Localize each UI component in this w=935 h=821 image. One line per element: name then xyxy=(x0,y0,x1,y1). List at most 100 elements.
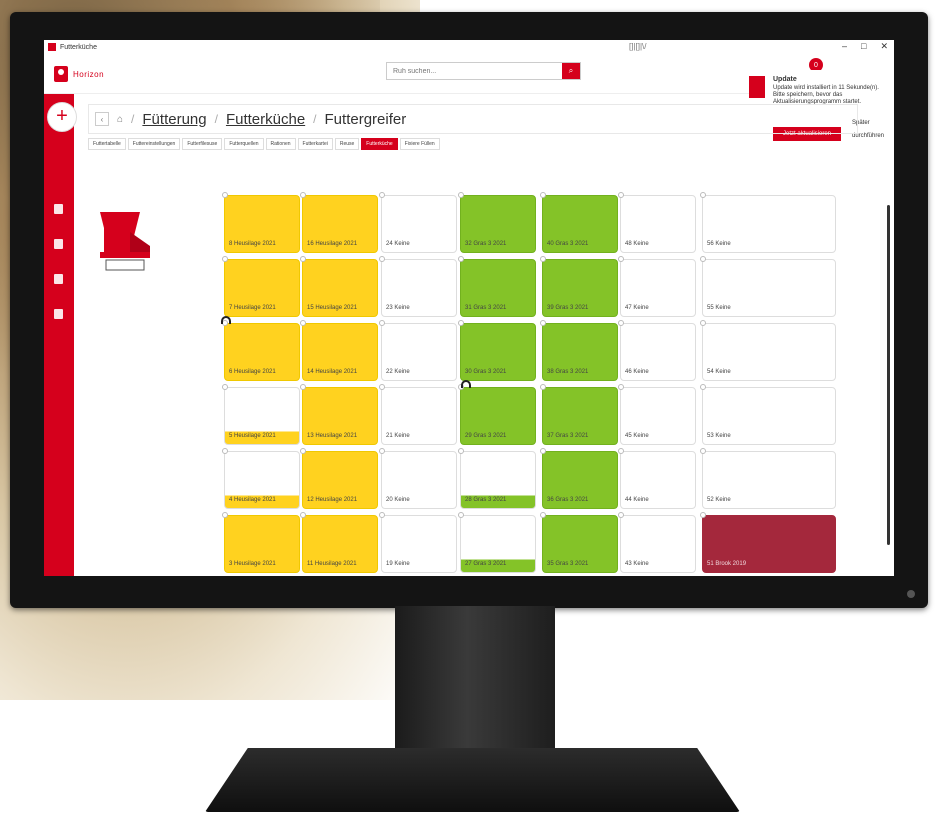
breadcrumb-current: Futtergreifer xyxy=(324,110,407,128)
brand-logo[interactable]: Horizon xyxy=(54,66,104,82)
bunker-cell[interactable]: 3 Heusilage 2021 xyxy=(224,515,300,573)
bunker-label: 20 Keine xyxy=(386,497,410,503)
bunker-cell[interactable]: 40 Gras 3 2021 xyxy=(542,195,618,253)
grid-node xyxy=(540,448,546,454)
bunker-label: 30 Gras 3 2021 xyxy=(465,369,507,375)
bunker-cell[interactable]: 16 Heusilage 2021 xyxy=(302,195,378,253)
bunker-label: 6 Heusilage 2021 xyxy=(229,369,276,375)
app-screen: Futterküche []|[]|\/ – □ ✕ Horizon ⌕ 0 ●… xyxy=(44,40,894,576)
grid-node xyxy=(458,256,464,262)
tab-item[interactable]: Futterquellen xyxy=(224,138,264,150)
bunker-cell[interactable]: 19 Keine xyxy=(381,515,457,573)
grid-node xyxy=(540,384,546,390)
grid-node xyxy=(222,448,228,454)
bunker-cell[interactable]: 32 Gras 3 2021 xyxy=(460,195,536,253)
bunker-label: 52 Keine xyxy=(707,497,731,503)
tab-item[interactable]: Futterfilesuse xyxy=(182,138,223,150)
bunker-label: 16 Heusilage 2021 xyxy=(307,241,358,247)
bunker-cell[interactable]: 47 Keine xyxy=(620,259,696,317)
tab-item[interactable]: Fixiere Füllen xyxy=(399,138,440,150)
bunker-cell[interactable]: 37 Gras 3 2021 xyxy=(542,387,618,445)
sidebar-item-file[interactable] xyxy=(54,274,63,284)
add-button[interactable]: + xyxy=(47,102,77,132)
tab-item[interactable]: Rationen xyxy=(265,138,296,150)
bunker-cell[interactable]: 36 Gras 3 2021 xyxy=(542,451,618,509)
bunker-label: 24 Keine xyxy=(386,241,410,247)
tab-item[interactable]: Futterküche xyxy=(361,138,398,150)
search-button[interactable]: ⌕ xyxy=(562,63,580,79)
bunker-label: 21 Keine xyxy=(386,433,410,439)
bunker-cell[interactable]: 31 Gras 3 2021 xyxy=(460,259,536,317)
bunker-cell[interactable]: 22 Keine xyxy=(381,323,457,381)
breadcrumb-separator: / xyxy=(313,112,317,126)
home-icon[interactable]: ⌂ xyxy=(117,114,123,125)
search-bar: ⌕ xyxy=(386,62,581,80)
bunker-cell[interactable]: 21 Keine xyxy=(381,387,457,445)
vertical-scrollbar[interactable] xyxy=(887,205,890,545)
grid-node xyxy=(700,192,706,198)
tab-item[interactable]: Futtereinstellungen xyxy=(127,138,181,150)
bunker-cell[interactable]: 48 Keine xyxy=(620,195,696,253)
breadcrumb-futterkueche[interactable]: Futterküche xyxy=(226,111,305,128)
bunker-cell[interactable]: 30 Gras 3 2021 xyxy=(460,323,536,381)
bunker-cell[interactable]: 5 Heusilage 2021 xyxy=(224,387,300,445)
maximize-icon[interactable]: □ xyxy=(861,41,866,52)
bunker-cell[interactable]: 27 Gras 3 2021 xyxy=(460,515,536,573)
bunker-cell[interactable]: 14 Heusilage 2021 xyxy=(302,323,378,381)
sidebar-item-document[interactable] xyxy=(54,204,63,214)
bunker-cell[interactable]: 11 Heusilage 2021 xyxy=(302,515,378,573)
bunker-label: 8 Heusilage 2021 xyxy=(229,241,276,247)
brand-name: Horizon xyxy=(73,69,105,79)
bunker-label: 45 Keine xyxy=(625,433,649,439)
grid-node xyxy=(300,192,306,198)
bunker-cell[interactable]: 39 Gras 3 2021 xyxy=(542,259,618,317)
bunker-cell[interactable]: 53 Keine xyxy=(702,387,836,445)
bunker-label: 55 Keine xyxy=(707,305,731,311)
bunker-label: 13 Heusilage 2021 xyxy=(307,433,358,439)
bunker-cell[interactable]: 54 Keine xyxy=(702,323,836,381)
bunker-cell[interactable]: 29 Gras 3 2021 xyxy=(460,387,536,445)
tab-item[interactable]: Reuse xyxy=(334,138,360,150)
bunker-cell[interactable]: 46 Keine xyxy=(620,323,696,381)
close-icon[interactable]: ✕ xyxy=(880,41,888,52)
bunker-cell[interactable]: 12 Heusilage 2021 xyxy=(302,451,378,509)
bunker-cell[interactable]: 24 Keine xyxy=(381,195,457,253)
notification-avatar-icon xyxy=(749,76,765,98)
bunker-cell[interactable]: 35 Gras 3 2021 xyxy=(542,515,618,573)
bunker-label: 4 Heusilage 2021 xyxy=(229,497,276,503)
bunker-label: 48 Keine xyxy=(625,241,649,247)
bunker-label: 47 Keine xyxy=(625,305,649,311)
bunker-cell[interactable]: 4 Heusilage 2021 xyxy=(224,451,300,509)
bunker-cell[interactable]: 23 Keine xyxy=(381,259,457,317)
breadcrumb-fuetterung[interactable]: Fütterung xyxy=(142,111,206,128)
bunker-label: 23 Keine xyxy=(386,305,410,311)
bunker-cell[interactable]: 8 Heusilage 2021 xyxy=(224,195,300,253)
bunker-cell[interactable]: 52 Keine xyxy=(702,451,836,509)
tab-item[interactable]: Futterkartei xyxy=(297,138,333,150)
bunker-cell[interactable]: 20 Keine xyxy=(381,451,457,509)
bunker-cell[interactable]: 13 Heusilage 2021 xyxy=(302,387,378,445)
tab-item[interactable]: Futtertabelle xyxy=(88,138,126,150)
bunker-label: 12 Heusilage 2021 xyxy=(307,497,358,503)
bunker-cell[interactable]: 51 Brook 2019 xyxy=(702,515,836,573)
sidebar-item-hierarchy[interactable] xyxy=(54,309,63,319)
bunker-cell[interactable]: 56 Keine xyxy=(702,195,836,253)
back-button[interactable]: ‹ xyxy=(95,112,109,126)
bunker-cell[interactable]: 55 Keine xyxy=(702,259,836,317)
grid-node xyxy=(700,512,706,518)
bunker-label: 38 Gras 3 2021 xyxy=(547,369,589,375)
sidebar-item-trash[interactable] xyxy=(54,239,63,249)
bunker-cell[interactable]: 43 Keine xyxy=(620,515,696,573)
bunker-label: 36 Gras 3 2021 xyxy=(547,497,589,503)
bunker-cell[interactable]: 44 Keine xyxy=(620,451,696,509)
bunker-cell[interactable]: 45 Keine xyxy=(620,387,696,445)
bunker-cell[interactable]: 6 Heusilage 2021 xyxy=(224,323,300,381)
minimize-icon[interactable]: – xyxy=(842,41,847,52)
bunker-cell[interactable]: 7 Heusilage 2021 xyxy=(224,259,300,317)
bunker-label: 54 Keine xyxy=(707,369,731,375)
bunker-cell[interactable]: 15 Heusilage 2021 xyxy=(302,259,378,317)
bunker-label: 11 Heusilage 2021 xyxy=(307,561,357,567)
bunker-cell[interactable]: 38 Gras 3 2021 xyxy=(542,323,618,381)
search-input[interactable] xyxy=(387,63,562,79)
bunker-cell[interactable]: 28 Gras 3 2021 xyxy=(460,451,536,509)
